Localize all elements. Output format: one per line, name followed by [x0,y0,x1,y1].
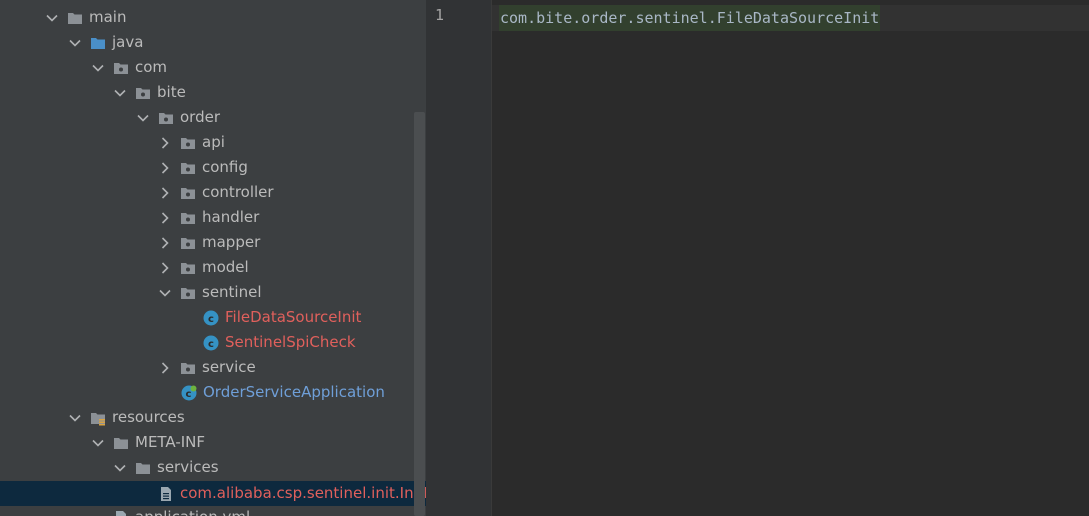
code-line[interactable]: com.bite.order.sentinel.FileDataSourceIn… [499,5,881,31]
tree-item-com[interactable]: com [0,55,426,80]
package-icon [181,187,195,199]
tree-item-sentinelspicheck[interactable]: c SentinelSpiCheck [0,330,426,355]
package-icon [181,237,195,249]
tree-item-bite[interactable]: bite [0,80,426,105]
tree-item-label: service [202,358,256,376]
tree-item-label: order [180,108,220,126]
tree-item-label: FileDataSourceInit [225,308,362,326]
tree-item-label: sentinel [202,283,262,301]
chevron-down-icon[interactable] [91,436,105,450]
java-class-icon: c [203,335,219,350]
spring-boot-class-icon: c [181,385,197,400]
tree-item-handler[interactable]: handler [0,205,426,230]
chevron-right-icon[interactable] [158,261,172,275]
folder-icon [68,12,82,24]
resources-folder-icon [91,412,105,425]
source-folder-icon [91,37,105,49]
svg-text:c: c [208,339,214,350]
tree-item-mapper[interactable]: mapper [0,230,426,255]
package-icon [181,362,195,374]
tree-item-meta-inf[interactable]: META-INF [0,430,426,455]
chevron-right-icon[interactable] [158,361,172,375]
tree-item-initfunc-file[interactable]: com.alibaba.csp.sentinel.init.InitFunc [0,481,426,506]
tree-item-label: model [202,258,249,276]
tree-item-label: java [112,33,144,51]
java-class-icon: c [203,310,219,325]
package-icon [114,62,128,74]
tree-item-label: OrderServiceApplication [203,383,385,401]
tree-item-config[interactable]: config [0,155,426,180]
tree-item-controller[interactable]: controller [0,180,426,205]
chevron-down-icon[interactable] [136,111,150,125]
chevron-right-icon[interactable] [158,161,172,175]
package-icon [181,162,195,174]
chevron-down-icon[interactable] [91,61,105,75]
svg-text:c: c [208,314,214,325]
tree-item-label: handler [202,208,260,226]
svg-text:c: c [186,389,192,400]
tree-item-label: controller [202,183,274,201]
tree-item-order[interactable]: order [0,105,426,130]
tree-item-label: api [202,133,225,151]
tree-item-label: services [157,458,219,476]
chevron-down-icon[interactable] [158,286,172,300]
tree-item-main[interactable]: main [0,5,426,30]
tree-item-label: META-INF [135,433,206,451]
tree-item-label: SentinelSpiCheck [225,333,356,351]
package-icon [136,87,150,99]
tree-item-label: mapper [202,233,261,251]
chevron-right-icon[interactable] [158,236,172,250]
tree-item-label: com [135,58,168,76]
tree-item-model[interactable]: model [0,255,426,280]
chevron-right-icon[interactable] [158,136,172,150]
tree-item-services[interactable]: services [0,455,426,480]
tree-item-java[interactable]: java [0,30,426,55]
chevron-right-icon[interactable] [158,211,172,225]
line-number: 1 [435,6,445,24]
tree-item-label: application.yml [135,505,250,516]
package-icon [181,287,195,299]
tree-item-label: com.alibaba.csp.sentinel.init.InitFunc [180,484,426,502]
chevron-down-icon[interactable] [68,411,82,425]
tree-scrollbar[interactable] [414,112,425,516]
tree-item-api[interactable]: api [0,130,426,155]
tree-item-label: config [202,158,248,176]
chevron-down-icon[interactable] [45,11,59,25]
yaml-file-icon [116,510,126,516]
tree-item-service[interactable]: service [0,355,426,380]
text-file-icon [161,486,171,501]
folder-icon [114,437,128,449]
tree-item-label: bite [157,83,186,101]
editor-gutter [426,0,492,516]
folder-icon [136,462,150,474]
chevron-down-icon[interactable] [68,36,82,50]
tree-item-sentinel[interactable]: sentinel [0,280,426,305]
chevron-down-icon[interactable] [113,461,127,475]
tree-item-orderserviceapplication[interactable]: c OrderServiceApplication [0,380,426,405]
chevron-down-icon[interactable] [113,86,127,100]
package-icon [181,262,195,274]
tree-item-resources[interactable]: resources [0,405,426,430]
package-icon [159,112,173,124]
code-editor[interactable]: com.bite.order.sentinel.FileDataSourceIn… [492,0,1089,516]
tree-item-application-yml[interactable]: application.yml [0,505,426,516]
tree-item-filedatasourceinit[interactable]: c FileDataSourceInit [0,305,426,330]
chevron-right-icon[interactable] [158,186,172,200]
project-tree[interactable]: main java com bite order api config cont… [0,0,426,516]
package-icon [181,137,195,149]
package-icon [181,212,195,224]
tree-item-label: resources [112,408,185,426]
tree-item-label: main [89,8,127,26]
